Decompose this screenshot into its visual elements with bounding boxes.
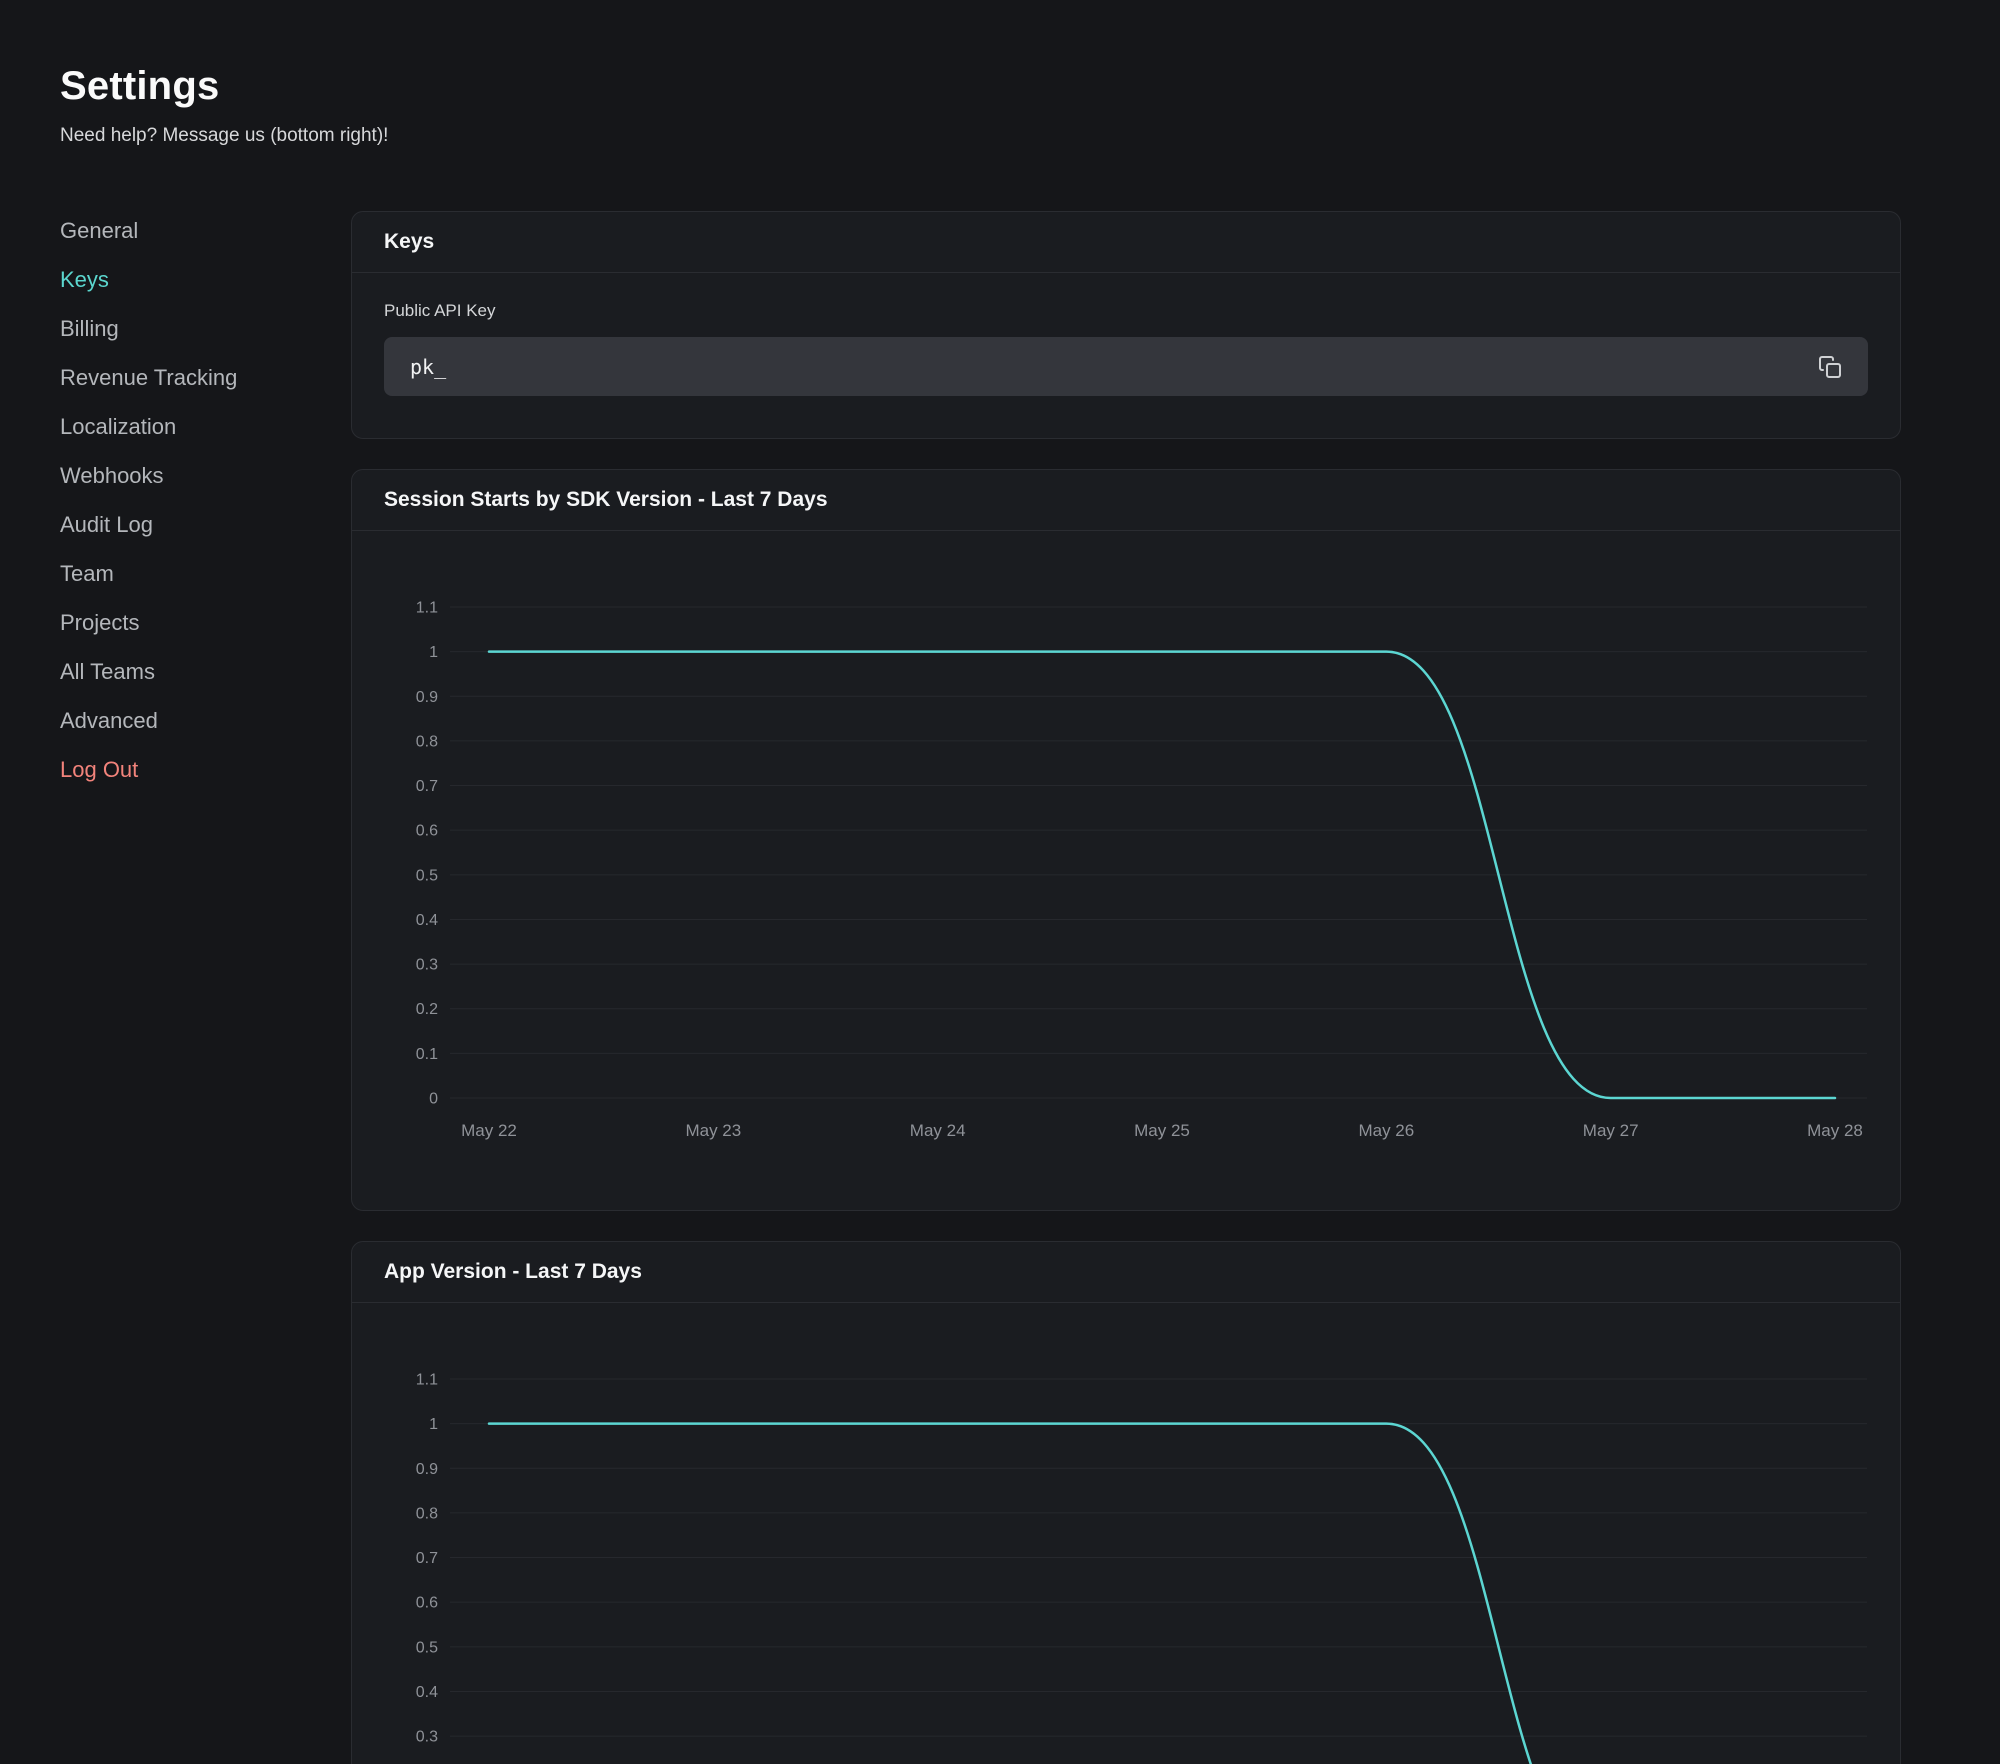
settings-page: Settings Need help? Message us (bottom r… bbox=[0, 0, 2000, 1764]
y-tick-label: 0.9 bbox=[416, 689, 438, 706]
series-line bbox=[489, 1424, 1835, 1764]
y-tick-label: 0 bbox=[429, 1091, 438, 1108]
x-tick-label: May 25 bbox=[1134, 1121, 1190, 1140]
x-tick-label: May 22 bbox=[461, 1121, 517, 1140]
y-tick-label: 0.2 bbox=[416, 1001, 438, 1018]
sidebar-item-webhooks[interactable]: Webhooks bbox=[60, 451, 320, 500]
page-header: Settings Need help? Message us (bottom r… bbox=[0, 0, 2000, 147]
y-tick-label: 0.4 bbox=[416, 912, 438, 929]
y-tick-label: 0.4 bbox=[416, 1684, 438, 1701]
line-chart: 1.110.90.80.70.60.50.40.30.20.10May 22Ma… bbox=[352, 1303, 1900, 1764]
sdk-version-chart-card: Session Starts by SDK Version - Last 7 D… bbox=[351, 469, 1901, 1211]
keys-card-header: Keys bbox=[352, 212, 1900, 273]
main-content: Keys Public API Key pk_ Session St bbox=[351, 211, 1901, 1764]
y-tick-label: 0.3 bbox=[416, 1729, 438, 1746]
y-tick-label: 0.5 bbox=[416, 867, 438, 884]
x-tick-label: May 27 bbox=[1583, 1121, 1639, 1140]
settings-sidebar: GeneralKeysBillingRevenue TrackingLocali… bbox=[60, 206, 320, 794]
y-tick-label: 0.7 bbox=[416, 778, 438, 795]
sidebar-item-localization[interactable]: Localization bbox=[60, 402, 320, 451]
page-subtitle: Need help? Message us (bottom right)! bbox=[60, 125, 2000, 147]
sidebar-item-team[interactable]: Team bbox=[60, 549, 320, 598]
y-tick-label: 1 bbox=[429, 1416, 438, 1433]
api-key-value: pk_ bbox=[410, 355, 446, 379]
y-tick-label: 0.7 bbox=[416, 1550, 438, 1567]
sidebar-item-projects[interactable]: Projects bbox=[60, 598, 320, 647]
y-tick-label: 0.3 bbox=[416, 957, 438, 974]
y-tick-label: 0.9 bbox=[416, 1461, 438, 1478]
app-version-chart-card: App Version - Last 7 Days 1.1 1 0.9 0.8 0.7 0… bbox=[351, 1241, 1901, 1764]
sdk-chart-title: Session Starts by SDK Version - Last 7 D… bbox=[384, 488, 828, 512]
api-key-label: Public API Key bbox=[384, 301, 1868, 321]
y-tick-label: 0.8 bbox=[416, 1505, 438, 1522]
y-tick-label: 0.1 bbox=[416, 1046, 438, 1063]
keys-card-body: Public API Key pk_ bbox=[352, 273, 1900, 438]
sidebar-item-log-out[interactable]: Log Out bbox=[60, 745, 320, 794]
keys-card: Keys Public API Key pk_ bbox=[351, 211, 1901, 439]
x-tick-label: May 28 bbox=[1807, 1121, 1863, 1140]
y-tick-label: 1 bbox=[429, 644, 438, 661]
y-tick-label: 0.8 bbox=[416, 733, 438, 750]
y-tick-label: 1.1 bbox=[416, 1372, 438, 1389]
sidebar-item-all-teams[interactable]: All Teams bbox=[60, 647, 320, 696]
x-tick-label: May 26 bbox=[1358, 1121, 1414, 1140]
line-chart: 1.1 1 0.9 0.8 0.7 0.6 0.5 0.4 0.3 0.2 0.1 0 May 22 Ma… bbox=[352, 531, 1900, 1210]
copy-api-key-button[interactable] bbox=[1810, 347, 1850, 387]
x-tick-label: May 23 bbox=[685, 1121, 741, 1140]
app-chart-body: 1.110.90.80.70.60.50.40.30.20.10May 22Ma… bbox=[352, 1303, 1900, 1764]
y-tick-label: 0.6 bbox=[416, 1595, 438, 1612]
sidebar-item-billing[interactable]: Billing bbox=[60, 304, 320, 353]
keys-card-title: Keys bbox=[384, 230, 434, 254]
y-tick-label: 0.5 bbox=[416, 1639, 438, 1656]
x-tick-label: May 24 bbox=[910, 1121, 966, 1140]
copy-icon bbox=[1818, 355, 1842, 379]
sdk-chart-card-header: Session Starts by SDK Version - Last 7 D… bbox=[352, 470, 1900, 531]
sidebar-item-advanced[interactable]: Advanced bbox=[60, 696, 320, 745]
sdk-chart-body: 1.1 1 0.9 0.8 0.7 0.6 0.5 0.4 0.3 0.2 0.1 0 May 22 Ma… bbox=[352, 531, 1900, 1210]
page-title: Settings bbox=[60, 64, 2000, 109]
sidebar-item-revenue-tracking[interactable]: Revenue Tracking bbox=[60, 353, 320, 402]
sidebar-item-keys[interactable]: Keys bbox=[60, 255, 320, 304]
sidebar-item-general[interactable]: General bbox=[60, 206, 320, 255]
app-chart-card-header: App Version - Last 7 Days bbox=[352, 1242, 1900, 1303]
y-tick-label: 0.6 bbox=[416, 823, 438, 840]
sidebar-item-audit-log[interactable]: Audit Log bbox=[60, 500, 320, 549]
app-chart-title: App Version - Last 7 Days bbox=[384, 1260, 642, 1284]
api-key-field[interactable]: pk_ bbox=[384, 337, 1868, 396]
y-tick-label: 1.1 bbox=[416, 600, 438, 617]
